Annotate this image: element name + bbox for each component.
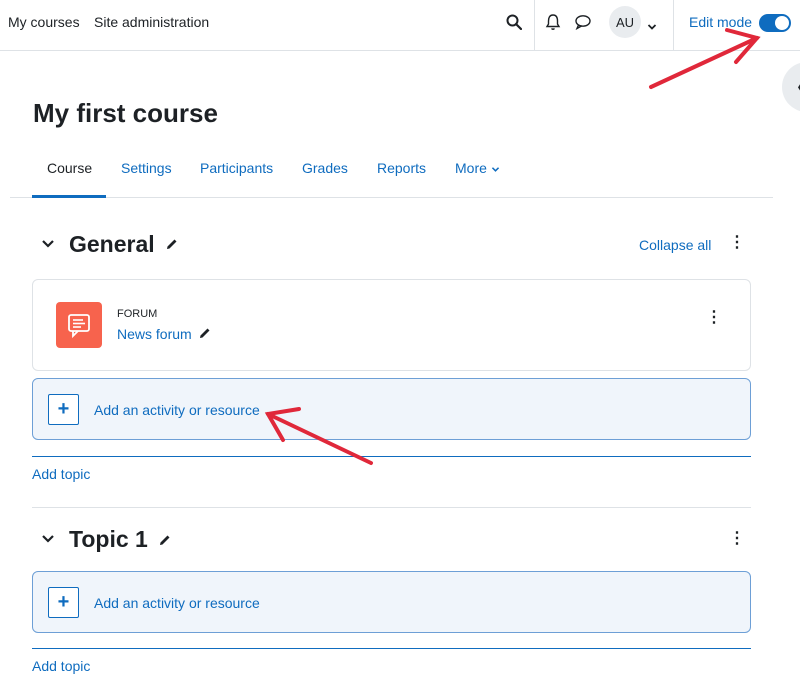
activity-name-link[interactable]: News forum xyxy=(117,326,192,342)
add-activity-label: Add an activity or resource xyxy=(94,402,260,418)
tab-course[interactable]: Course xyxy=(47,160,92,176)
chevron-down-icon xyxy=(491,167,499,172)
navbar-divider xyxy=(673,0,674,50)
tab-settings[interactable]: Settings xyxy=(121,160,172,176)
chat-icon[interactable] xyxy=(574,14,592,35)
tab-more-label: More xyxy=(455,160,487,176)
navbar-divider xyxy=(534,0,535,50)
activity-card: FORUM News forum ⋮ xyxy=(32,279,751,371)
add-topic-link[interactable]: Add topic xyxy=(32,658,90,674)
top-navbar: My courses Site administration AU Edit m… xyxy=(0,0,800,51)
add-activity-button[interactable]: + Add an activity or resource xyxy=(32,571,751,633)
drawer-toggle-button[interactable]: ❮ xyxy=(782,62,800,112)
page-title: My first course xyxy=(33,98,218,128)
search-icon[interactable] xyxy=(506,14,523,35)
toggle-knob xyxy=(775,16,789,30)
nav-my-courses[interactable]: My courses xyxy=(8,14,80,30)
section-separator xyxy=(32,507,751,508)
course-tabs: Course Settings Participants Grades Repo… xyxy=(10,150,773,198)
edit-mode-toggle[interactable] xyxy=(759,14,791,32)
add-activity-button[interactable]: + Add an activity or resource xyxy=(32,378,751,440)
section-collapse-icon[interactable] xyxy=(41,236,55,253)
section-title-general: General xyxy=(69,231,155,257)
chevron-down-icon[interactable] xyxy=(647,18,657,36)
edit-mode-label: Edit mode xyxy=(689,14,753,30)
plus-icon: + xyxy=(48,587,79,618)
tab-grades[interactable]: Grades xyxy=(302,160,348,176)
forum-icon xyxy=(56,302,102,348)
avatar[interactable]: AU xyxy=(609,6,641,38)
activity-menu-icon[interactable]: ⋮ xyxy=(706,310,722,326)
section-menu-icon[interactable]: ⋮ xyxy=(729,235,745,251)
plus-icon: + xyxy=(48,394,79,425)
section-divider xyxy=(32,648,751,649)
nav-site-administration[interactable]: Site administration xyxy=(94,14,209,30)
tab-more[interactable]: More xyxy=(455,160,500,176)
bell-icon[interactable] xyxy=(545,13,561,36)
tab-reports[interactable]: Reports xyxy=(377,160,426,176)
add-topic-link[interactable]: Add topic xyxy=(32,466,90,482)
add-activity-label: Add an activity or resource xyxy=(94,595,260,611)
collapse-all-link[interactable]: Collapse all xyxy=(639,237,711,253)
section-collapse-icon[interactable] xyxy=(41,531,55,548)
section-title-topic-1: Topic 1 xyxy=(69,526,148,552)
active-tab-indicator xyxy=(32,195,106,198)
edit-activity-name-icon[interactable] xyxy=(198,326,212,343)
activity-type-label: FORUM xyxy=(117,308,158,320)
tab-participants[interactable]: Participants xyxy=(200,160,273,176)
section-menu-icon[interactable]: ⋮ xyxy=(729,531,745,547)
chevron-left-icon: ❮ xyxy=(796,78,800,95)
avatar-initials: AU xyxy=(615,14,635,30)
edit-title-icon[interactable] xyxy=(165,237,179,254)
edit-title-icon[interactable] xyxy=(158,533,172,550)
section-divider xyxy=(32,456,751,457)
